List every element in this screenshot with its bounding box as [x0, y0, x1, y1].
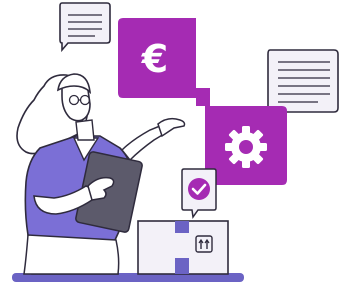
gear-icon	[225, 126, 267, 168]
shipping-box	[137, 220, 229, 275]
euro-icon: €	[141, 37, 168, 81]
finance-settings-panel: €	[118, 18, 287, 185]
illustration: €	[12, 2, 339, 282]
speech-bubble-icon-top	[59, 2, 111, 53]
checkmark-icon	[188, 178, 210, 200]
svg-text:€: €	[141, 37, 168, 81]
checkmark-bubble	[181, 168, 217, 219]
